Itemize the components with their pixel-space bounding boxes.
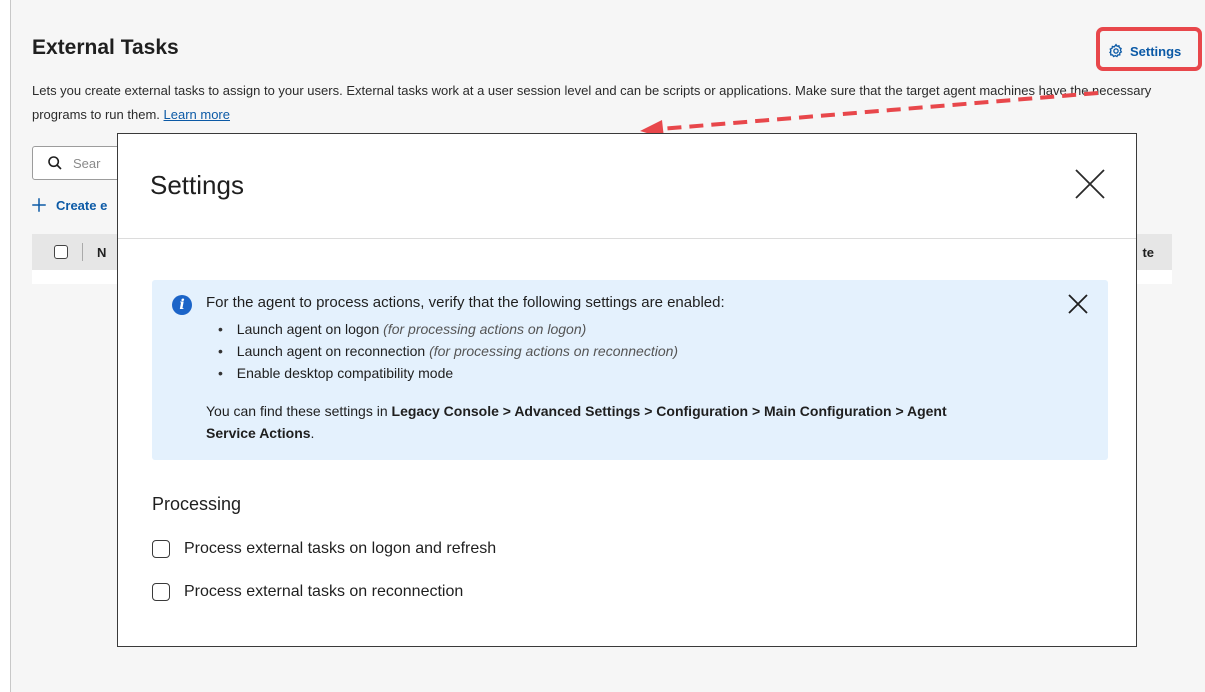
checkbox[interactable]: [152, 583, 170, 601]
column-header-date[interactable]: te: [1142, 245, 1154, 260]
create-label: Create e: [56, 197, 108, 213]
checkbox-logon-refresh[interactable]: Process external tasks on logon and refr…: [152, 540, 496, 558]
settings-location: You can find these settings in Legacy Co…: [206, 403, 947, 441]
dialog-header: Settings: [118, 134, 1136, 239]
checkbox[interactable]: [152, 540, 170, 558]
banner-close-icon[interactable]: [1066, 292, 1090, 316]
checkbox-reconnection[interactable]: Process external tasks on reconnection: [152, 583, 463, 601]
info-icon: i: [172, 295, 192, 315]
column-divider: [82, 243, 83, 261]
checkbox-label: Process external tasks on reconnection: [184, 583, 464, 600]
page-title: External Tasks: [32, 36, 179, 59]
settings-dialog: Settings i For the agent to process acti…: [117, 133, 1137, 647]
info-intro: For the agent to process actions, verify…: [206, 294, 725, 311]
search-placeholder: Sear: [73, 155, 101, 171]
required-settings-list: Launch agent on logon (for processing ac…: [218, 318, 678, 384]
checkbox-label: Process external tasks on logon and refr…: [184, 540, 497, 557]
info-banner: i For the agent to process actions, veri…: [152, 280, 1108, 460]
section-title-processing: Processing: [152, 494, 242, 514]
list-item: Enable desktop compatibility mode: [218, 362, 678, 384]
column-header-name[interactable]: N: [97, 245, 106, 260]
create-button[interactable]: Create e: [30, 196, 107, 214]
dialog-title: Settings: [150, 170, 244, 200]
annotation-highlight: [1096, 27, 1202, 71]
list-item: Launch agent on reconnection (for proces…: [218, 340, 678, 362]
learn-more-link[interactable]: Learn more: [164, 107, 230, 122]
search-icon: [48, 156, 62, 170]
plus-icon: [32, 198, 46, 212]
select-all-checkbox[interactable]: [54, 245, 68, 259]
page-description: Lets you create external tasks to assign…: [32, 79, 1182, 127]
list-item: Launch agent on logon (for processing ac…: [218, 318, 678, 340]
close-icon[interactable]: [1070, 164, 1110, 204]
